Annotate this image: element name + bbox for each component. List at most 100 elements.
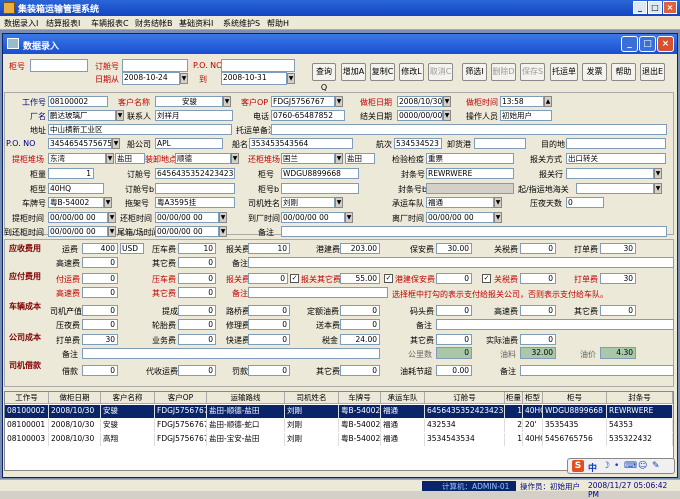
customs-broker-dropdown[interactable]: ▼ [654, 168, 662, 179]
factory-dropdown[interactable]: ▼ [116, 110, 124, 121]
plate-input[interactable]: 粤B-54002 [48, 197, 104, 208]
customer-op-dropdown[interactable]: ▼ [335, 96, 343, 107]
arrive-return-input[interactable]: 00/00/00 00 [48, 226, 108, 237]
voyage-input[interactable]: 534534523 [394, 138, 442, 149]
pono-input[interactable]: 3454654575675 [48, 138, 112, 149]
pay-tax-input[interactable]: 0 [520, 273, 556, 284]
actual-fuel-input[interactable]: 0 [520, 334, 556, 345]
tax-input[interactable]: 0 [520, 243, 556, 254]
return-time-dropdown[interactable]: ▼ [219, 212, 227, 223]
customer-input[interactable]: 安骏 [155, 96, 223, 107]
pay-highway-input[interactable]: 0 [82, 287, 118, 298]
commission-input[interactable]: 0 [178, 305, 216, 316]
table-header[interactable]: 客户OP [155, 392, 207, 404]
trailer-input[interactable]: 粤A3595挂 [155, 197, 235, 208]
pickup-yard-dropdown[interactable]: ▼ [106, 153, 114, 164]
date-from-dropdown[interactable]: ▼ [180, 73, 188, 84]
table-header[interactable]: 运输路线 [207, 392, 285, 404]
customer-dropdown[interactable]: ▼ [223, 96, 231, 107]
job-no-input[interactable]: 08100002 [48, 96, 108, 107]
pay-freight-input[interactable]: 0 [82, 273, 118, 284]
customs-method-input[interactable]: 出口转关 [566, 153, 666, 164]
pay-other-input[interactable]: 0 [178, 287, 216, 298]
invoice-button[interactable]: 发票 [582, 63, 607, 81]
highway-input[interactable]: 0 [82, 257, 118, 268]
loan-input[interactable]: 0 [82, 365, 118, 376]
table-header[interactable]: 柜型 [523, 392, 543, 404]
port-customs-input[interactable] [576, 183, 654, 194]
customer-op-input[interactable]: FDGJ5756767 [271, 96, 335, 107]
team-dropdown[interactable]: ▼ [494, 197, 502, 208]
menu-vehicle-report[interactable]: 车辆报表C [91, 18, 129, 29]
tyre-input[interactable]: 0 [178, 319, 216, 330]
box-input[interactable]: WDGU8899668 [281, 168, 359, 179]
tail-time-dropdown[interactable]: ▼ [219, 226, 227, 237]
phone-input[interactable]: 0760-65487852 [271, 110, 345, 121]
port-security-checkbox[interactable]: ✓ [384, 274, 393, 283]
return-time-input[interactable]: 00/00/00 00 [155, 212, 219, 223]
settle-date-dropdown[interactable]: ▼ [443, 110, 451, 121]
user-icon[interactable]: ☺ [638, 461, 647, 471]
maximize-button[interactable]: □ [648, 1, 662, 14]
toll-input[interactable]: 0 [248, 305, 290, 316]
business-fee-input[interactable]: 0 [178, 334, 216, 345]
pick-time-dropdown[interactable]: ▼ [108, 212, 116, 223]
pono-dropdown[interactable]: ▼ [112, 138, 120, 149]
port-customs-dropdown[interactable]: ▼ [654, 183, 662, 194]
yard-fee-input[interactable]: 0 [436, 305, 472, 316]
tail-time-input[interactable]: 00/00/00 00 [155, 226, 219, 237]
date-to-dropdown[interactable]: ▼ [287, 73, 295, 84]
copy-button[interactable]: 复制C [370, 63, 395, 81]
fee-note-input[interactable] [248, 257, 674, 268]
ime-toolbar[interactable]: S 中 ☽ • ⌨ ☺ ✎ [567, 458, 675, 474]
agent-freight-input[interactable]: 0 [178, 365, 216, 376]
km-input[interactable]: 0 [436, 347, 472, 359]
child-close-button[interactable]: × [657, 36, 674, 52]
consign-note-input[interactable] [271, 124, 667, 135]
return-yard-dropdown[interactable]: ▼ [335, 153, 343, 164]
table-header[interactable]: 柜量 [505, 392, 523, 404]
moon-icon[interactable]: ☽ [602, 461, 610, 471]
pickup-yard-input[interactable]: 东湾 [48, 153, 106, 164]
table-header[interactable]: 订舱号 [425, 392, 505, 404]
pay-note-input[interactable] [248, 287, 388, 298]
arrive-return-dropdown[interactable]: ▼ [108, 226, 116, 237]
declare-other-input[interactable]: 55.00 [340, 273, 380, 284]
tools-icon[interactable]: ✎ [652, 461, 660, 471]
ime-mode-icon[interactable]: 中 [588, 461, 597, 474]
fine-input[interactable]: 0 [248, 365, 290, 376]
freight-input[interactable]: 400 [82, 243, 118, 254]
help-button[interactable]: 帮助 [611, 63, 636, 81]
inspect-input[interactable]: 重票 [426, 153, 514, 164]
leave-time-input[interactable]: 00/00/00 00 [426, 212, 494, 223]
consign-note-button[interactable]: 托运单 [550, 63, 578, 81]
table-header[interactable]: 柜号 [543, 392, 607, 404]
child-maximize-button[interactable]: □ [639, 36, 656, 52]
press-days-input[interactable]: 0 [566, 197, 604, 208]
pickup-port-input[interactable]: 盐田 [115, 153, 145, 164]
filter-button[interactable]: 筛选I [462, 63, 487, 81]
fixed-fuel-input[interactable]: 0 [340, 305, 380, 316]
destination-input[interactable] [566, 138, 666, 149]
press2-input[interactable]: 0 [82, 319, 118, 330]
pack-date-input[interactable]: 2008/10/30 [397, 96, 443, 107]
child-minimize-button[interactable]: _ [621, 36, 638, 52]
table-header[interactable]: 司机姓名 [285, 392, 339, 404]
repair-input[interactable]: 0 [248, 319, 290, 330]
qty-input[interactable]: 1 [48, 168, 94, 179]
menu-finance[interactable]: 财务结帐B [135, 18, 173, 29]
order-input[interactable]: 6456435352423423 [155, 168, 235, 179]
other4-input[interactable]: 0 [340, 365, 380, 376]
pay-pack-input[interactable]: 30 [600, 273, 636, 284]
loan-note-input[interactable] [520, 365, 674, 376]
table-row[interactable]: 08100002 2008/10/30 安骏 FDGJ5756767 盐田-顺德… [5, 405, 673, 418]
tax2-input[interactable]: 24.00 [340, 334, 380, 345]
date-from-input[interactable]: 2008-10-24 [122, 72, 180, 85]
close-button[interactable]: × [663, 1, 677, 14]
pay-press-input[interactable]: 0 [178, 273, 216, 284]
address-input[interactable]: 中山横新工业区 [48, 124, 232, 135]
print-fee-input[interactable]: 30 [82, 334, 118, 345]
fuel-qty-input[interactable]: 32.00 [520, 347, 556, 359]
table-header[interactable]: 封条号 [607, 392, 673, 404]
pack-fee-input[interactable]: 30 [600, 243, 636, 254]
